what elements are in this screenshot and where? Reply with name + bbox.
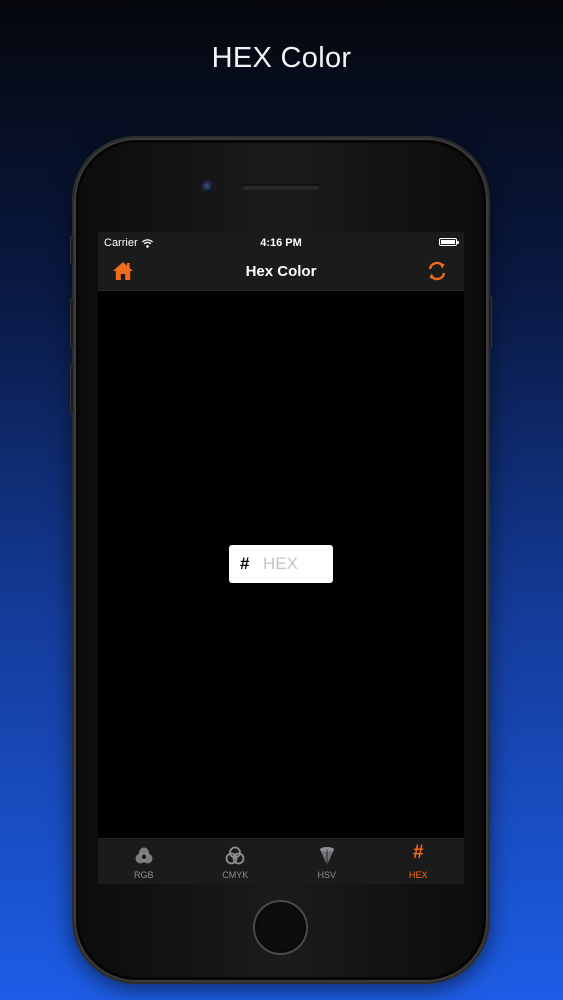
hex-input[interactable] [263,554,327,574]
tab-hsv[interactable]: HSV [281,839,373,884]
mute-switch [70,236,74,264]
app-screen: Carrier 4:16 PM Hex Color # HEX RGB CMYK… [98,232,464,884]
navigation-bar: Hex Color [98,254,464,291]
status-time: 4:16 PM [260,237,302,249]
status-bar: Carrier 4:16 PM [98,232,464,254]
hsv-cone-icon [319,847,334,865]
power-button [488,296,492,348]
tab-rgb[interactable]: RGB [98,839,190,884]
tab-label: HSV [317,870,336,880]
tab-hex[interactable]: # HEX [373,839,465,884]
hex-input-box: # [229,545,333,583]
tab-cmyk[interactable]: CMYK [190,839,282,884]
tab-label: CMYK [222,870,249,880]
promo-title: HEX Color [211,42,352,74]
battery-icon [439,238,459,246]
swap-arrows-icon[interactable] [426,260,448,282]
nav-title: Hex Color [245,263,317,280]
front-camera [202,181,214,193]
tab-label: RGB [133,870,154,880]
home-button[interactable] [253,900,308,955]
hash-icon: # [412,842,424,863]
volume-up-button [70,298,74,348]
hex-prefix: # [240,554,250,573]
tab-label: HEX [408,870,428,880]
earpiece-speaker [242,184,320,190]
phone-frame: Carrier 4:16 PM Hex Color # HEX RGB CMYK… [70,138,492,982]
battery-fill [441,240,455,244]
cmyk-circles-icon [225,846,245,865]
rgb-circles-icon [135,847,153,864]
tab-bar: RGB CMYK HSV # HEX [98,838,464,884]
volume-down-button [70,364,74,414]
